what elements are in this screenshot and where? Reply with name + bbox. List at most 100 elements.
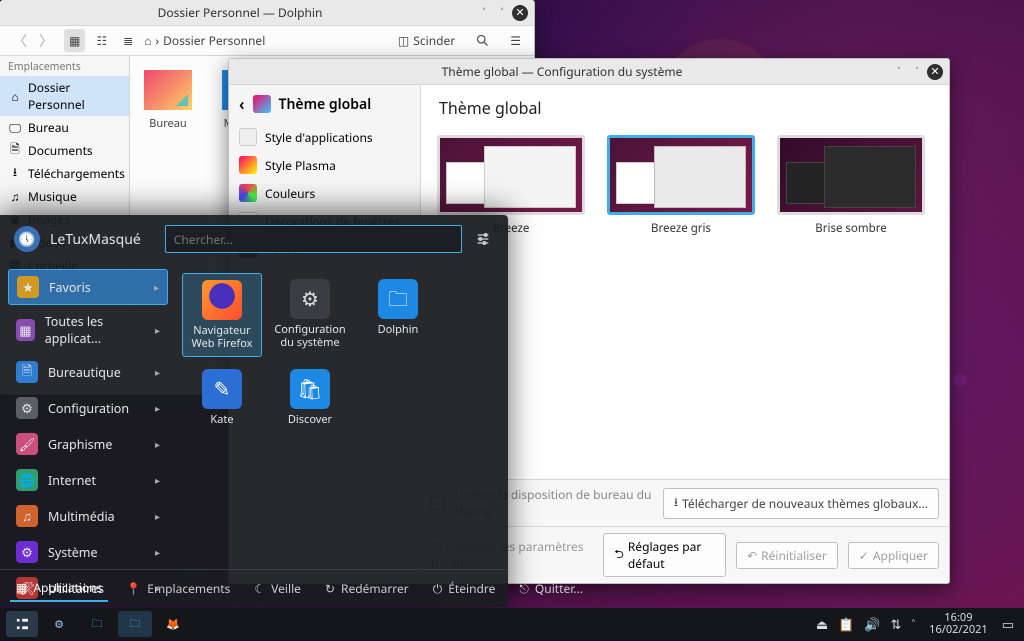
clock-date: 16/02/2021 bbox=[929, 624, 988, 636]
breadcrumb-current: Dossier Personnel bbox=[163, 32, 265, 49]
search-button[interactable] bbox=[470, 30, 495, 51]
tab-applications[interactable]: ▦Applications bbox=[10, 575, 108, 602]
nav-back-button[interactable]: 〈 bbox=[8, 28, 32, 54]
task-dolphin[interactable]: 🗀 bbox=[118, 611, 152, 637]
apply-button[interactable]: ✓Appliquer bbox=[848, 542, 939, 569]
home-icon: ⌂ bbox=[144, 32, 151, 49]
globe-icon: 🌐 bbox=[16, 469, 38, 491]
sidebar-colors[interactable]: Couleurs bbox=[229, 179, 420, 207]
folder-bureau[interactable]: Bureau bbox=[144, 70, 192, 131]
tray-usb-icon[interactable]: ⏏ bbox=[816, 615, 828, 633]
cat-graphics[interactable]: 🖌Graphisme▸ bbox=[8, 427, 168, 461]
defaults-button[interactable]: ⮌Réglages par défaut bbox=[603, 533, 726, 577]
undo-icon: ↶ bbox=[747, 547, 757, 564]
category-list: ★Favoris▸ ▦Toutes les applicat...▸ 🗎Bure… bbox=[0, 263, 176, 569]
apps-icon: ▦ bbox=[16, 579, 27, 596]
cat-all-apps[interactable]: ▦Toutes les applicat...▸ bbox=[8, 307, 168, 353]
tray-show-desktop-icon[interactable]: ▭ bbox=[1002, 615, 1014, 633]
theme-breeze-gris[interactable]: Breeze gris bbox=[607, 135, 755, 236]
user-avatar[interactable]: 🕔 bbox=[14, 226, 40, 252]
tray-chevron-icon[interactable]: ˄ bbox=[911, 615, 915, 633]
get-new-themes-button[interactable]: ⭳Télécharger de nouveaux thèmes globaux.… bbox=[663, 488, 939, 519]
search-field bbox=[165, 225, 462, 253]
breadcrumb[interactable]: ⌂ › Dossier Personnel bbox=[144, 32, 265, 49]
moon-icon: ☾ bbox=[254, 580, 265, 597]
search-input[interactable] bbox=[165, 225, 462, 253]
star-icon: ★ bbox=[17, 276, 39, 298]
global-theme-icon bbox=[253, 95, 271, 113]
task-dolphin-pin[interactable]: 🗀 bbox=[80, 611, 114, 637]
app-launcher-button[interactable] bbox=[6, 611, 38, 637]
cat-favoris[interactable]: ★Favoris▸ bbox=[8, 269, 168, 305]
downloads-icon: ⭳ bbox=[8, 167, 22, 181]
dolphin-titlebar[interactable]: Dossier Personnel — Dolphin ˅ ˄ ✕ bbox=[0, 0, 534, 26]
restart-icon: ↻ bbox=[325, 580, 335, 597]
kickoff-launcher: 🕔 LeTuxMasqué ★Favoris▸ ▦Toutes les appl… bbox=[0, 215, 508, 607]
download-icon: ⭳ bbox=[674, 493, 678, 514]
tray-volume-icon[interactable]: 🔊 bbox=[864, 615, 880, 633]
chevron-right-icon: › bbox=[155, 32, 159, 49]
plasma-icon bbox=[13, 615, 31, 633]
place-music[interactable]: ♫Musique bbox=[0, 185, 129, 208]
fav-dolphin[interactable]: 🗀Dolphin bbox=[358, 273, 438, 357]
settings-close-button[interactable]: ✕ bbox=[927, 64, 943, 80]
tab-shutdown[interactable]: ⏻Éteindre bbox=[427, 576, 502, 601]
app-style-icon bbox=[239, 128, 257, 146]
cat-multimedia[interactable]: ♫Multimédia▸ bbox=[8, 499, 168, 533]
tab-restart[interactable]: ↻Redémarrer bbox=[319, 576, 415, 601]
fav-discover[interactable]: 🛍Discover bbox=[270, 363, 350, 432]
task-firefox[interactable]: 🦊 bbox=[156, 611, 190, 637]
filter-button[interactable] bbox=[472, 228, 494, 250]
dolphin-max-button[interactable]: ˄ bbox=[494, 5, 510, 21]
fav-systemsettings[interactable]: ⚙Configuration du système bbox=[270, 273, 350, 357]
view-icons-button[interactable]: ▦ bbox=[64, 29, 85, 52]
nav-forward-button[interactable]: 〉 bbox=[34, 28, 58, 54]
menu-button[interactable]: ☰ bbox=[505, 29, 526, 52]
tab-leave[interactable]: ⎋Quitter... bbox=[513, 576, 589, 601]
folder-icon bbox=[144, 70, 192, 110]
tab-sleep[interactable]: ☾Veille bbox=[248, 576, 307, 601]
dolphin-min-button[interactable]: ˅ bbox=[476, 5, 492, 21]
place-downloads[interactable]: ⭳Téléchargements bbox=[0, 162, 129, 185]
fav-kate[interactable]: ✎Kate bbox=[182, 363, 262, 432]
media-icon: ♫ bbox=[16, 505, 38, 527]
task-systemsettings[interactable]: ⚙ bbox=[42, 611, 76, 637]
home-icon: ⌂ bbox=[8, 89, 22, 103]
sidebar-app-style[interactable]: Style d'applications bbox=[229, 123, 420, 151]
tray-clipboard-icon[interactable]: 📋 bbox=[838, 615, 854, 633]
dolphin-title: Dossier Personnel — Dolphin bbox=[6, 4, 474, 21]
gear-icon: ⚙ bbox=[16, 397, 38, 419]
dolphin-close-button[interactable]: ✕ bbox=[512, 5, 528, 21]
settings-min-button[interactable]: ˅ bbox=[891, 64, 907, 80]
back-icon[interactable]: ‹ bbox=[239, 93, 245, 115]
split-button[interactable]: ◫ Scinder bbox=[393, 29, 460, 52]
cat-office[interactable]: 🗎Bureautique▸ bbox=[8, 355, 168, 389]
places-heading: Emplacements bbox=[0, 56, 129, 76]
sidebar-plasma-style[interactable]: Style Plasma bbox=[229, 151, 420, 179]
theme-preview bbox=[437, 135, 585, 215]
settings-max-button[interactable]: ˄ bbox=[909, 64, 925, 80]
fav-firefox[interactable]: Navigateur Web Firefox bbox=[182, 273, 262, 357]
tray-network-icon[interactable]: ⇅ bbox=[891, 615, 902, 633]
reset-icon: ⮌ bbox=[614, 545, 624, 566]
search-icon bbox=[475, 33, 490, 48]
leave-icon: ⎋ bbox=[519, 580, 529, 597]
settings-titlebar[interactable]: Thème global — Configuration du système … bbox=[229, 59, 949, 85]
tab-places[interactable]: 📍Emplacements bbox=[120, 576, 236, 601]
grid-icon: ▦ bbox=[16, 319, 35, 341]
view-compact-button[interactable]: ☷ bbox=[91, 29, 112, 52]
cat-config[interactable]: ⚙Configuration▸ bbox=[8, 391, 168, 425]
pin-icon: 📍 bbox=[126, 580, 141, 597]
reset-button[interactable]: ↶Réinitialiser bbox=[736, 542, 838, 569]
clock[interactable]: 16:09 16/02/2021 bbox=[929, 612, 988, 635]
place-home[interactable]: ⌂Dossier Personnel bbox=[0, 76, 129, 116]
view-details-button[interactable]: ≣ bbox=[118, 29, 138, 52]
panel: ⚙ 🗀 🗀 🦊 ⏏ 📋 🔊 ⇅ ˄ 16:09 16/02/2021 ▭ bbox=[0, 608, 1024, 640]
favorites-grid: Navigateur Web Firefox ⚙Configuration du… bbox=[176, 263, 508, 569]
cat-system[interactable]: ⚙Système▸ bbox=[8, 535, 168, 569]
cat-internet[interactable]: 🌐Internet▸ bbox=[8, 463, 168, 497]
theme-brise-sombre[interactable]: Brise sombre bbox=[777, 135, 925, 236]
place-documents[interactable]: 🗎Documents bbox=[0, 139, 129, 162]
system-tray: ⏏ 📋 🔊 ⇅ ˄ 16:09 16/02/2021 ▭ bbox=[816, 612, 1018, 635]
place-desktop[interactable]: 🖵Bureau bbox=[0, 116, 129, 139]
